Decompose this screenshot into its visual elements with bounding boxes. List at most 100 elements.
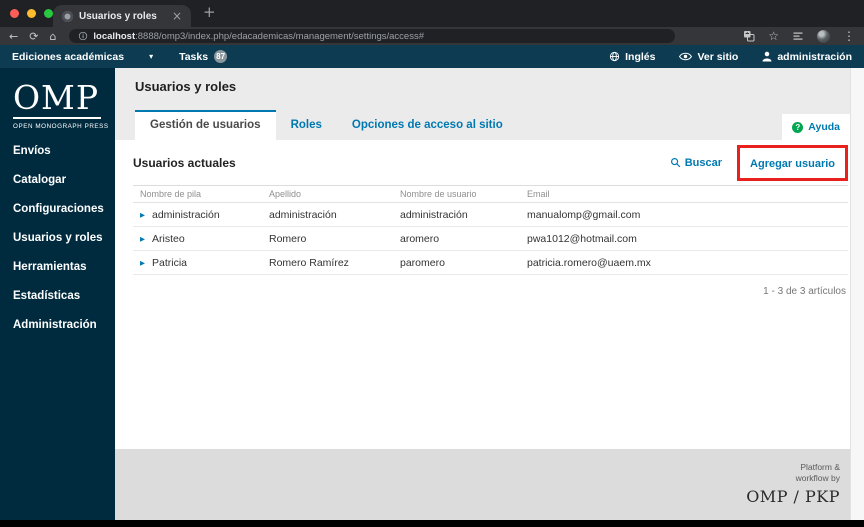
tab-opciones-de-acceso[interactable]: Opciones de acceso al sitio	[337, 110, 518, 140]
annotation-highlight-box: Agregar usuario	[737, 144, 848, 181]
footer-brand: OMP / PKP	[746, 486, 840, 506]
column-header-last-name: Apellido	[269, 189, 302, 199]
footer-credit: Platform & workflow by OMP / PKP	[746, 462, 840, 508]
new-tab-button[interactable]: +	[203, 3, 216, 21]
user-menu[interactable]: administración	[762, 51, 852, 63]
cell-username: aromero	[400, 232, 440, 245]
tab-roles[interactable]: Roles	[276, 110, 337, 140]
cell-text: administración	[152, 208, 220, 221]
cell-email: manualomp@gmail.com	[527, 208, 641, 221]
page-header: Usuarios y roles Gestión de usuarios Rol…	[115, 68, 850, 140]
profile-avatar[interactable]	[817, 29, 830, 43]
column-header-first-name: Nombre de pila	[140, 189, 202, 199]
url-host: localhost	[93, 30, 136, 42]
chevron-down-icon: ▾	[149, 52, 154, 61]
window-close-button[interactable]	[10, 9, 19, 18]
page-info-icon[interactable]	[78, 31, 88, 41]
grid-title: Usuarios actuales	[133, 155, 236, 170]
language-switcher[interactable]: Inglés	[609, 51, 655, 63]
cell-last-name: Romero	[269, 232, 307, 245]
sidebar-item-configuraciones[interactable]: Configuraciones	[0, 195, 115, 224]
pagination-info: 1 - 3 de 3 artículos	[763, 286, 846, 297]
omp-logo: OMP OPEN MONOGRAPH PRESS	[13, 81, 115, 130]
window-minimize-button[interactable]	[27, 9, 36, 18]
user-icon	[762, 51, 772, 62]
browser-toolbar: ← ⟳ ⌂ localhost:8888/omp3/index.php/edac…	[0, 27, 864, 45]
reload-icon[interactable]: ⟳	[29, 31, 38, 42]
view-site-label: Ver sitio	[697, 50, 739, 63]
cell-last-name: administración	[269, 208, 337, 221]
tab-title: Usuarios y roles	[79, 10, 157, 22]
search-icon	[670, 158, 681, 168]
site-favicon-icon	[62, 10, 73, 22]
cell-text: Patricia	[152, 256, 188, 269]
screen: Usuarios y roles × + ← ⟳ ⌂ localhost:888…	[0, 0, 864, 527]
sidebar-item-catalogar[interactable]: Catalogar	[0, 166, 115, 195]
tasks-count-badge: 87	[214, 50, 228, 63]
search-button[interactable]: Buscar	[670, 157, 722, 169]
browser-scrollbar[interactable]	[850, 68, 864, 520]
tab-content: Usuarios actuales Buscar Agregar usuario	[115, 140, 850, 449]
current-users-grid: Usuarios actuales Buscar Agregar usuario	[133, 140, 848, 297]
tasks-label: Tasks	[179, 50, 209, 63]
home-icon[interactable]: ⌂	[49, 31, 56, 42]
reading-list-icon[interactable]	[792, 30, 804, 42]
browser-menu-icon[interactable]: ⋮	[843, 30, 855, 42]
page-title: Usuarios y roles	[135, 79, 237, 94]
toolbar-actions: ☆ ⋮	[743, 29, 855, 43]
help-label: Ayuda	[808, 121, 840, 133]
sidebar: OMP OPEN MONOGRAPH PRESS Envíos Cataloga…	[0, 68, 115, 520]
cell-username: paromero	[400, 256, 445, 269]
grid-header: Usuarios actuales Buscar Agregar usuario	[133, 140, 848, 186]
row-expand-icon[interactable]: ▶	[140, 211, 145, 219]
footer-line2: workflow by	[795, 473, 840, 484]
cell-first-name: ▶ Patricia	[133, 257, 262, 269]
bookmark-star-icon[interactable]: ☆	[768, 30, 779, 42]
row-expand-icon[interactable]: ▶	[140, 259, 145, 267]
cell-email: pwa1012@hotmail.com	[527, 232, 637, 245]
column-header-email: Email	[527, 189, 550, 199]
table-row: ▶ Aristeo Romero aromero pwa1012@hotmail…	[133, 227, 848, 251]
language-label: Inglés	[625, 50, 656, 63]
sidebar-nav: Envíos Catalogar Configuraciones Usuario…	[0, 137, 115, 340]
view-site-link[interactable]: Ver sitio	[679, 51, 738, 63]
sidebar-item-herramientas[interactable]: Herramientas	[0, 253, 115, 282]
url-path: :8888/omp3/index.php/edacademicas/manage…	[135, 30, 424, 42]
row-expand-icon[interactable]: ▶	[140, 235, 145, 243]
sidebar-item-envios[interactable]: Envíos	[0, 137, 115, 166]
tasks-link[interactable]: Tasks 87	[179, 50, 228, 63]
footer-line1: Platform &	[800, 462, 840, 472]
context-switcher[interactable]: Ediciones académicas ▾	[12, 51, 153, 63]
back-icon[interactable]: ←	[9, 31, 18, 42]
window-zoom-button[interactable]	[44, 9, 53, 18]
add-user-button[interactable]: Agregar usuario	[750, 158, 835, 170]
cell-first-name: ▶ Aristeo	[133, 233, 262, 245]
help-button[interactable]: ? Ayuda	[782, 114, 850, 140]
cell-username: administración	[400, 208, 468, 221]
omp-logo-subtitle: OPEN MONOGRAPH PRESS	[13, 123, 109, 130]
app-header-actions: Inglés Ver sitio administración	[609, 51, 852, 63]
globe-icon	[610, 51, 620, 62]
table-row: ▶ Patricia Romero Ramírez paromero patri…	[133, 251, 848, 275]
translate-icon[interactable]	[743, 30, 755, 42]
user-name-label: administración	[777, 50, 852, 63]
tab-gestion-de-usuarios[interactable]: Gestión de usuarios	[135, 110, 276, 140]
browser-tab-strip: Usuarios y roles × +	[0, 0, 864, 27]
context-name: Ediciones académicas	[12, 50, 125, 63]
sidebar-item-estadisticas[interactable]: Estadísticas	[0, 282, 115, 311]
table-header-row: Nombre de pila Apellido Nombre de usuari…	[133, 186, 848, 203]
page-footer: Platform & workflow by OMP / PKP	[115, 449, 850, 520]
tab-close-icon[interactable]: ×	[172, 10, 182, 22]
sidebar-item-usuarios-y-roles[interactable]: Usuarios y roles	[0, 224, 115, 253]
sidebar-item-administracion[interactable]: Administración	[0, 311, 115, 340]
cell-last-name: Romero Ramírez	[269, 256, 349, 269]
address-bar[interactable]: localhost:8888/omp3/index.php/edacademic…	[69, 29, 676, 43]
eye-icon	[679, 52, 693, 61]
table-row: ▶ administración administración administ…	[133, 203, 848, 227]
omp-logo-title: OMP	[13, 78, 100, 117]
cell-email: patricia.romero@uaem.mx	[527, 256, 651, 269]
column-header-username: Nombre de usuario	[400, 189, 477, 199]
grid-actions: Buscar Agregar usuario	[670, 144, 848, 181]
app-header: Ediciones académicas ▾ Tasks 87 Inglés V…	[0, 45, 864, 68]
browser-tab[interactable]: Usuarios y roles ×	[53, 5, 191, 27]
